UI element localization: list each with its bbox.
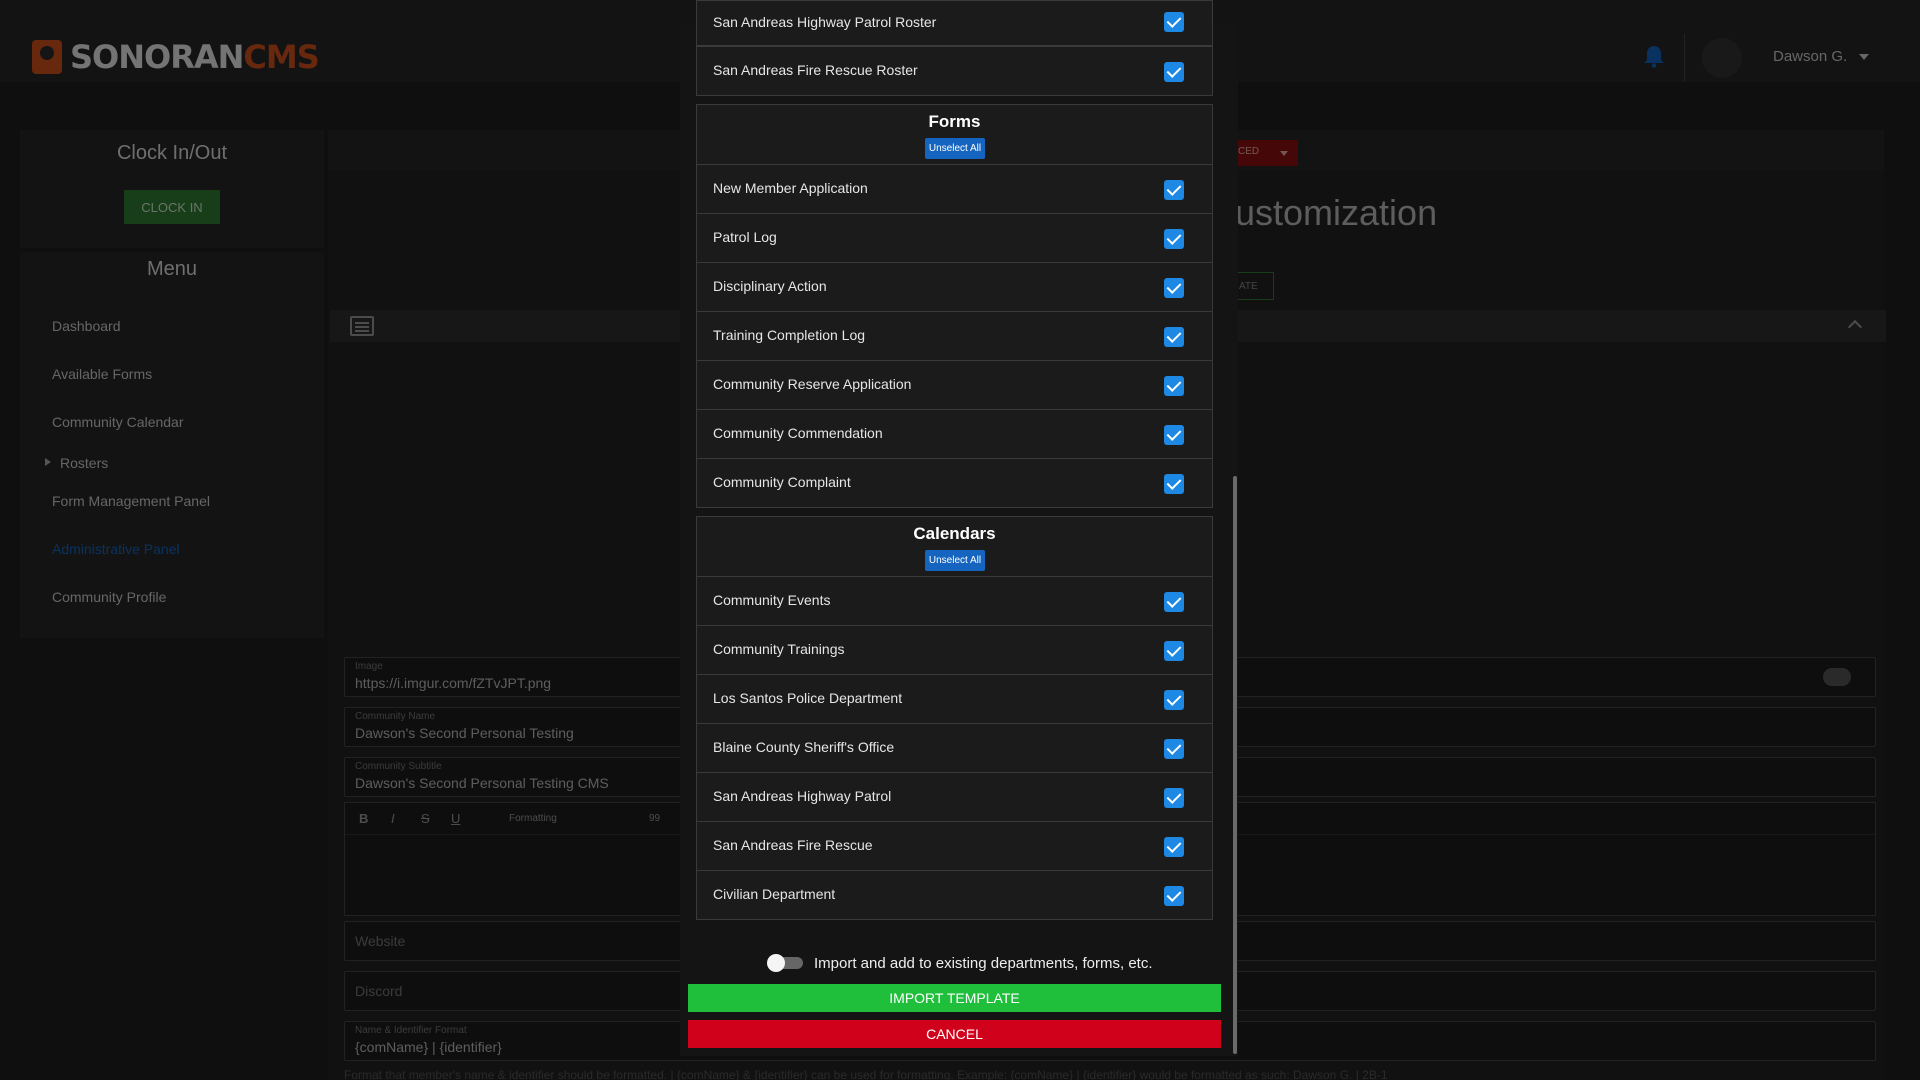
forms-section-header: Forms Unselect All	[696, 104, 1213, 166]
roster-row[interactable]: San Andreas Highway Patrol Roster	[696, 0, 1213, 46]
form-checkbox[interactable]	[1164, 327, 1184, 347]
form-label: Disciplinary Action	[713, 278, 827, 294]
calendar-checkbox[interactable]	[1164, 788, 1184, 808]
form-row[interactable]: Community Complaint	[696, 458, 1213, 508]
form-row[interactable]: Community Reserve Application	[696, 360, 1213, 410]
calendar-label: San Andreas Highway Patrol	[713, 788, 892, 804]
roster-label: San Andreas Fire Rescue Roster	[713, 62, 918, 78]
calendar-row[interactable]: Community Events	[696, 576, 1213, 626]
calendars-section-header: Calendars Unselect All	[696, 516, 1213, 578]
import-template-button[interactable]: IMPORT TEMPLATE	[688, 984, 1221, 1012]
roster-checkbox[interactable]	[1164, 12, 1184, 32]
calendar-checkbox[interactable]	[1164, 739, 1184, 759]
calendar-label: Community Events	[713, 592, 831, 608]
calendar-checkbox[interactable]	[1164, 592, 1184, 612]
forms-section-title: Forms	[928, 112, 981, 131]
calendar-label: Los Santos Police Department	[713, 690, 903, 706]
roster-checkbox[interactable]	[1164, 62, 1184, 82]
calendar-row[interactable]: San Andreas Fire Rescue	[696, 821, 1213, 871]
form-label: Community Reserve Application	[713, 376, 912, 392]
calendar-checkbox[interactable]	[1164, 690, 1184, 710]
calendars-section-title: Calendars	[913, 524, 996, 543]
import-existing-toggle-label[interactable]: Import and add to existing departments, …	[814, 955, 1153, 972]
form-checkbox[interactable]	[1164, 376, 1184, 396]
forms-unselect-all-button[interactable]: Unselect All	[925, 138, 985, 159]
import-existing-toggle[interactable]	[767, 954, 803, 972]
calendar-checkbox[interactable]	[1164, 886, 1184, 906]
form-label: New Member Application	[713, 180, 868, 196]
cancel-button[interactable]: CANCEL	[688, 1020, 1221, 1048]
roster-label: San Andreas Highway Patrol Roster	[713, 14, 937, 30]
form-checkbox[interactable]	[1164, 278, 1184, 298]
calendar-row[interactable]: Community Trainings	[696, 625, 1213, 675]
form-checkbox[interactable]	[1164, 229, 1184, 249]
form-label: Training Completion Log	[713, 327, 866, 343]
form-label: Patrol Log	[713, 229, 777, 245]
calendar-label: Blaine County Sheriff's Office	[713, 739, 895, 755]
calendar-row[interactable]: San Andreas Highway Patrol	[696, 772, 1213, 822]
form-row[interactable]: Patrol Log	[696, 213, 1213, 263]
form-row[interactable]: Training Completion Log	[696, 311, 1213, 361]
calendar-label: San Andreas Fire Rescue	[713, 837, 873, 853]
form-row[interactable]: Disciplinary Action	[696, 262, 1213, 312]
roster-row[interactable]: San Andreas Fire Rescue Roster	[696, 46, 1213, 96]
form-row[interactable]: New Member Application	[696, 164, 1213, 214]
calendar-checkbox[interactable]	[1164, 641, 1184, 661]
calendars-unselect-all-button[interactable]: Unselect All	[925, 550, 985, 571]
calendar-checkbox[interactable]	[1164, 837, 1184, 857]
form-label: Community Complaint	[713, 474, 851, 490]
form-label: Community Commendation	[713, 425, 883, 441]
form-checkbox[interactable]	[1164, 474, 1184, 494]
calendar-row[interactable]: Blaine County Sheriff's Office	[696, 723, 1213, 773]
form-checkbox[interactable]	[1164, 180, 1184, 200]
modal-scrollbar-thumb[interactable]	[1233, 476, 1237, 1054]
calendar-label: Community Trainings	[713, 641, 845, 657]
form-row[interactable]: Community Commendation	[696, 409, 1213, 459]
form-checkbox[interactable]	[1164, 425, 1184, 445]
calendar-label: Civilian Department	[713, 886, 836, 902]
toggle-knob	[767, 954, 785, 972]
calendar-row[interactable]: Los Santos Police Department	[696, 674, 1213, 724]
calendar-row[interactable]: Civilian Department	[696, 870, 1213, 920]
